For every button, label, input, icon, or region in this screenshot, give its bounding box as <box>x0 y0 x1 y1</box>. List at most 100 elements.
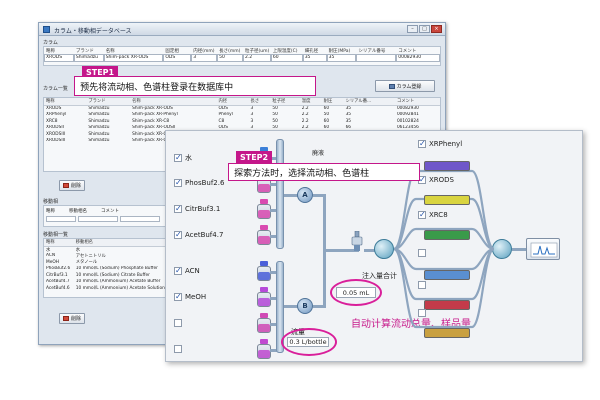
solvent-option[interactable] <box>174 319 185 327</box>
column-form: 略称 ブランド 名称 固定相 内径(mm) 長さ(mm) 粒子径(um) 上限温度(C) 細孔径… <box>43 46 441 66</box>
step2-callout: STEP2 探索方法时，选择流动相、色谱柱 <box>228 151 421 183</box>
table-cell: PhosBuf2.6 <box>46 266 71 272</box>
column-form-field[interactable]: Shim-pack XR-ODS <box>103 54 164 62</box>
column-form-field[interactable]: ODS <box>163 54 192 62</box>
column-option[interactable]: XRPhenyl <box>418 139 463 148</box>
solvent-option[interactable]: 水 <box>174 153 192 163</box>
column-table-header[interactable]: 耐圧 <box>321 98 344 106</box>
step2-tag: STEP2 <box>236 151 273 163</box>
table-cell: AcetBuf4.6 <box>46 285 70 291</box>
column-table-header[interactable]: 温度 <box>299 98 322 106</box>
solvent-checkbox[interactable] <box>174 153 182 162</box>
column-switch-valve-in <box>374 239 394 259</box>
table-cell: Shimadzu <box>88 138 110 144</box>
table-row[interactable]: AcetBuf4.6 10 mmol/L (Ammonium) Acetate S… <box>44 285 172 292</box>
column-table-header[interactable]: 粒子径 <box>270 98 300 106</box>
mobile-form-header: コメント <box>101 209 119 214</box>
column-icon <box>424 230 470 240</box>
solvent-label: MeOH <box>185 293 207 301</box>
solvent-label: AcetBuf4.7 <box>185 231 224 239</box>
solvent-checkbox[interactable] <box>174 204 182 213</box>
minimize-button[interactable]: – <box>407 25 418 33</box>
solvent-checkbox[interactable] <box>174 230 182 239</box>
delete-mobile-button[interactable]: 削除 <box>59 313 85 324</box>
column-checkbox[interactable] <box>418 309 426 317</box>
solvent-option[interactable]: MeOH <box>174 292 207 301</box>
solvent-checkbox[interactable] <box>174 345 182 353</box>
pipe <box>284 305 298 308</box>
column-label: XRODS <box>429 176 455 184</box>
column-form-field[interactable]: 2.2 <box>242 54 271 62</box>
column-form-field[interactable]: 3 <box>191 54 218 62</box>
column-table-header[interactable]: シリアル番... <box>343 98 395 106</box>
solvent-option[interactable] <box>174 345 185 353</box>
mobile-comment-input[interactable] <box>120 216 160 222</box>
mobile-abbr-input[interactable] <box>46 216 76 222</box>
database-window-titlebar: カラム・移動相データベース – □ × <box>39 23 445 36</box>
solvent-checkbox[interactable] <box>174 178 182 187</box>
column-list-label: カラム一覧 <box>43 86 68 92</box>
column-table-header[interactable]: 内径 <box>216 98 249 106</box>
column-option[interactable] <box>418 281 429 289</box>
mobile-table-header[interactable]: 移動相名 <box>73 239 172 247</box>
mobile-table-header[interactable]: 略称 <box>44 239 74 247</box>
step1-callout: STEP1 预先将流动相、色谱柱登录在数据库中 <box>74 66 317 96</box>
mobile-form: 略称 移動相名 コメント <box>43 205 173 227</box>
table-row[interactable]: AcetBuf4.7 10 mmol/L (Ammonium) Acetate B… <box>44 279 172 286</box>
solvent-option[interactable]: PhosBuf2.6 <box>174 178 224 187</box>
register-column-button[interactable]: カラム登録 <box>375 80 435 92</box>
column-form-header: 上限温度(C) <box>272 48 298 54</box>
solvent-checkbox[interactable] <box>174 266 182 275</box>
pump-a: A <box>297 187 313 203</box>
close-button[interactable]: × <box>431 25 442 33</box>
column-form-header: 内径(mm) <box>193 48 215 54</box>
column-section-label: カラム <box>43 40 58 46</box>
mobile-table: 略称 移動相名 水水 ACN アセトニトリル MeOH メタノール PhosBuf2.6 10… <box>43 238 173 298</box>
mobile-list-label: 移動相一覧 <box>43 232 69 238</box>
column-form-header: ブランド <box>75 48 94 54</box>
column-table-header[interactable]: ブランド <box>86 98 131 106</box>
column-checkbox[interactable] <box>418 139 426 148</box>
column-checkbox[interactable] <box>418 281 426 289</box>
delete-icon <box>62 316 69 321</box>
column-form-field[interactable]: 35 <box>302 54 327 62</box>
column-form-header: 略称 <box>46 48 55 54</box>
solvent-option[interactable]: CitrBuf3.1 <box>174 204 220 213</box>
column-form-field[interactable]: 50 <box>217 54 243 62</box>
column-option[interactable] <box>418 309 429 317</box>
column-form-field[interactable]: 00082930 <box>396 54 440 62</box>
column-form-field[interactable]: Shimadzu <box>73 54 104 62</box>
column-table-header[interactable]: 名称 <box>130 98 217 106</box>
table-cell: 10 mmol/L (Ammonium) Acetate Buffer <box>75 279 161 285</box>
column-form-field[interactable]: 35 <box>326 54 357 62</box>
column-form-header: コメント <box>398 48 417 54</box>
column-icon <box>424 328 470 338</box>
column-form-field[interactable] <box>356 54 397 62</box>
maximize-button[interactable]: □ <box>419 25 430 33</box>
column-label: XRPhenyl <box>429 140 463 148</box>
column-table-header[interactable]: コメント <box>394 98 440 106</box>
column-table-header[interactable]: 略称 <box>44 98 87 106</box>
column-option[interactable] <box>418 249 429 257</box>
solvent-checkbox[interactable] <box>174 319 182 327</box>
column-checkbox[interactable] <box>418 249 426 257</box>
table-cell: AcetBuf4.7 <box>46 279 70 285</box>
table-row[interactable]: PhosBuf2.6 10 mmol/L (Sodium) Phosphate B… <box>44 266 172 273</box>
column-icon <box>424 161 470 171</box>
solvent-checkbox[interactable] <box>174 292 182 301</box>
delete-column-button[interactable]: 削除 <box>59 180 85 191</box>
column-table-header[interactable]: 長さ <box>248 98 271 106</box>
mobile-name-input[interactable] <box>78 216 118 222</box>
step1-text: 预先将流动相、色谱柱登录在数据库中 <box>74 76 317 96</box>
pump-b: B <box>297 298 313 314</box>
column-form-field[interactable]: XRODS <box>44 54 74 62</box>
column-option[interactable]: XRODS <box>418 175 455 184</box>
column-icon <box>424 270 470 280</box>
column-form-header: 名称 <box>105 48 115 54</box>
solvent-option[interactable]: ACN <box>174 266 200 275</box>
column-form-field[interactable]: 60 <box>270 54 303 62</box>
column-label: XRC8 <box>429 211 448 219</box>
column-checkbox[interactable] <box>418 210 426 219</box>
column-option[interactable]: XRC8 <box>418 210 448 219</box>
solvent-option[interactable]: AcetBuf4.7 <box>174 230 224 239</box>
